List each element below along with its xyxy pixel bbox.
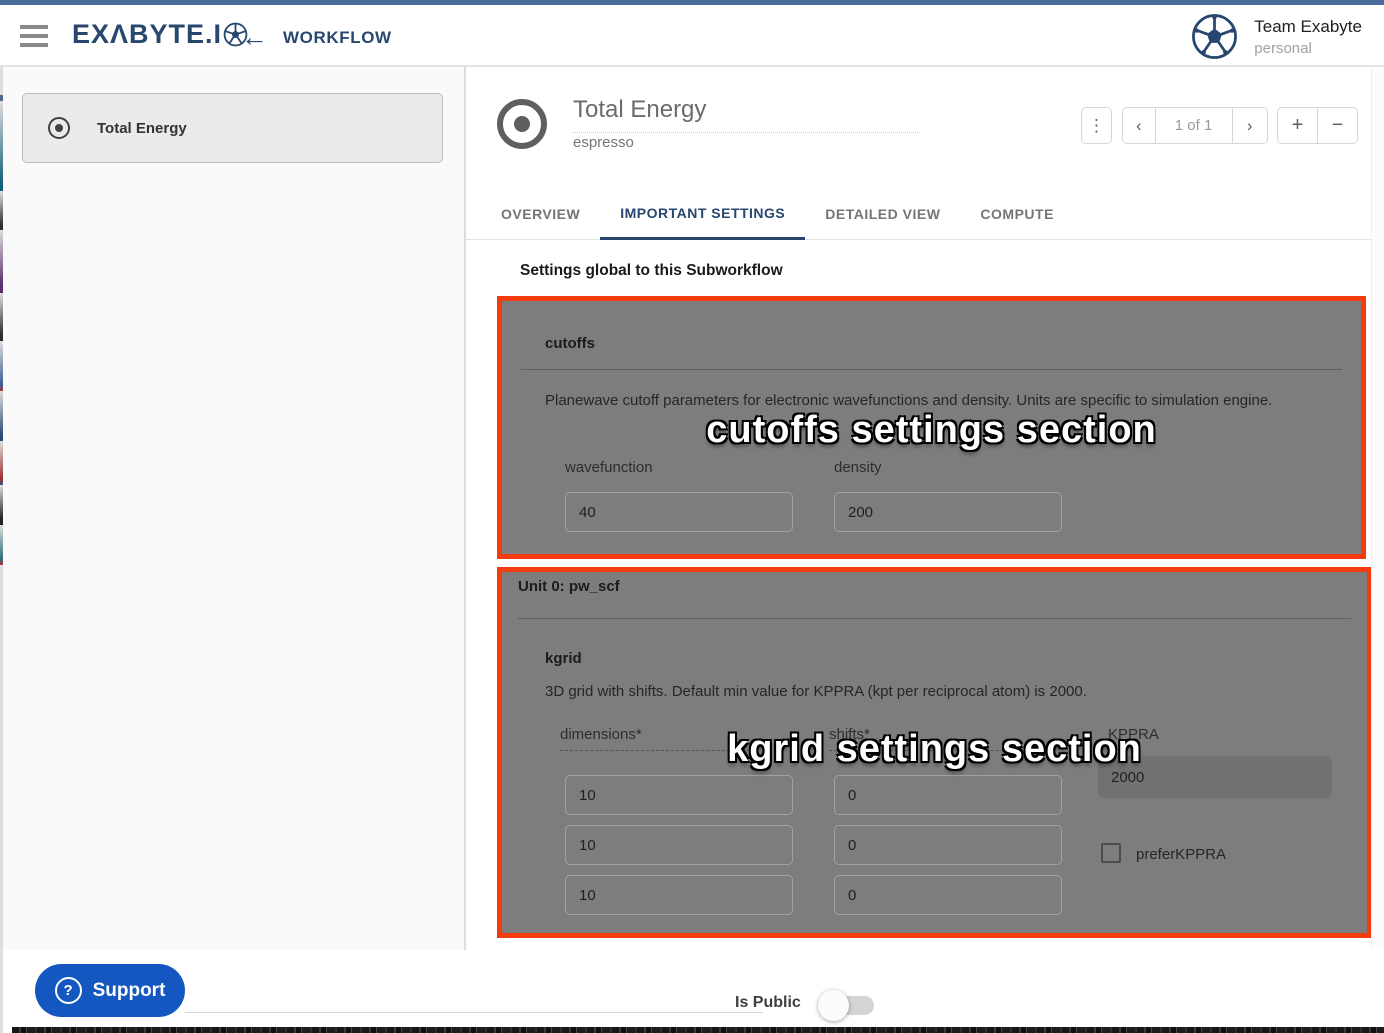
dimensions-input-1[interactable]: 10	[565, 825, 793, 865]
tab-overview[interactable]: OVERVIEW	[481, 188, 600, 240]
support-button[interactable]: ? Support	[35, 964, 185, 1017]
back-arrow-icon[interactable]: ←	[241, 22, 268, 53]
annotation-kgrid: kgrid settings section	[502, 728, 1367, 771]
team-text: Team Exabyte personal	[1254, 17, 1362, 57]
cutoffs-title: cutoffs	[545, 335, 595, 352]
question-icon: ?	[55, 977, 82, 1004]
shifts-input-0[interactable]: 0	[834, 775, 1062, 815]
tab-bar: OVERVIEW IMPORTANT SETTINGS DETAILED VIE…	[466, 188, 1384, 240]
section-divider	[518, 618, 1351, 619]
tab-important-settings[interactable]: IMPORTANT SETTINGS	[600, 188, 805, 240]
page-indicator: 1 of 1	[1156, 108, 1232, 143]
global-settings-heading: Settings global to this Subworkflow	[520, 262, 783, 280]
unit-type-icon	[497, 99, 547, 149]
toggle-knob	[818, 990, 849, 1021]
cutoffs-settings-section: cutoffs Planewave cutoff parameters for …	[497, 296, 1366, 559]
exabyte-logo[interactable]: EXΛBYTE.I	[72, 19, 248, 50]
team-avatar	[1191, 13, 1238, 60]
more-options-button[interactable]: ⋮	[1081, 107, 1112, 144]
remove-unit-button[interactable]: −	[1318, 108, 1357, 143]
page-title: WORKFLOW	[283, 28, 392, 48]
support-label: Support	[93, 980, 166, 1002]
density-input[interactable]: 200	[834, 492, 1062, 532]
subworkflow-sidebar: Total Energy	[3, 67, 466, 950]
kgrid-settings-section: Unit 0: pw_scf kgrid 3D grid with shifts…	[497, 567, 1372, 938]
sidebar-item-total-energy[interactable]: Total Energy	[22, 93, 443, 163]
dimensions-input-2[interactable]: 10	[565, 875, 793, 915]
team-mode: personal	[1254, 40, 1362, 57]
logo-text: EXΛBYTE.I	[72, 19, 222, 50]
sidebar-item-label: Total Energy	[97, 120, 187, 137]
title-underline	[573, 132, 920, 133]
is-public-label: Is Public	[735, 994, 801, 1012]
prefer-kppra-checkbox[interactable]	[1101, 843, 1121, 863]
next-unit-button[interactable]: ›	[1232, 108, 1268, 143]
wavefunction-input[interactable]: 40	[565, 492, 793, 532]
tab-detailed-view[interactable]: DETAILED VIEW	[805, 188, 960, 240]
shifts-input-2[interactable]: 0	[834, 875, 1062, 915]
prev-unit-button[interactable]: ‹	[1123, 108, 1156, 143]
tab-compute[interactable]: COMPUTE	[960, 188, 1074, 240]
is-public-toggle[interactable]	[818, 986, 876, 1024]
menu-icon[interactable]	[20, 25, 48, 47]
section-divider	[521, 369, 1342, 370]
kgrid-title: kgrid	[545, 650, 582, 667]
shifts-input-1[interactable]: 0	[834, 825, 1062, 865]
dimensions-input-0[interactable]: 10	[565, 775, 793, 815]
density-label: density	[834, 459, 882, 476]
bottom-screen-artifact	[12, 1027, 1384, 1033]
unit0-title: Unit 0: pw_scf	[518, 578, 620, 595]
exabyte-workflow-page: EXΛBYTE.I ← WORKFLOW	[0, 0, 1384, 1033]
application-name: espresso	[573, 134, 634, 151]
scrollbar-gutter[interactable]	[1371, 68, 1384, 950]
app-bar: EXΛBYTE.I ← WORKFLOW	[0, 5, 1384, 67]
footer-divider	[185, 1012, 763, 1013]
account-menu[interactable]: Team Exabyte personal	[1191, 13, 1362, 60]
add-remove-group: + −	[1277, 107, 1358, 144]
kgrid-description: 3D grid with shifts. Default min value f…	[545, 680, 1087, 704]
add-unit-button[interactable]: +	[1278, 108, 1318, 143]
radio-selected-icon	[48, 117, 70, 139]
annotation-cutoffs: cutoffs settings section	[502, 409, 1361, 452]
unit-pagination: ‹ 1 of 1 ›	[1122, 107, 1268, 144]
team-name: Team Exabyte	[1254, 17, 1362, 37]
wavefunction-label: wavefunction	[565, 459, 653, 476]
prefer-kppra-label: preferKPPRA	[1136, 846, 1226, 863]
subworkflow-title[interactable]: Total Energy	[573, 96, 706, 124]
